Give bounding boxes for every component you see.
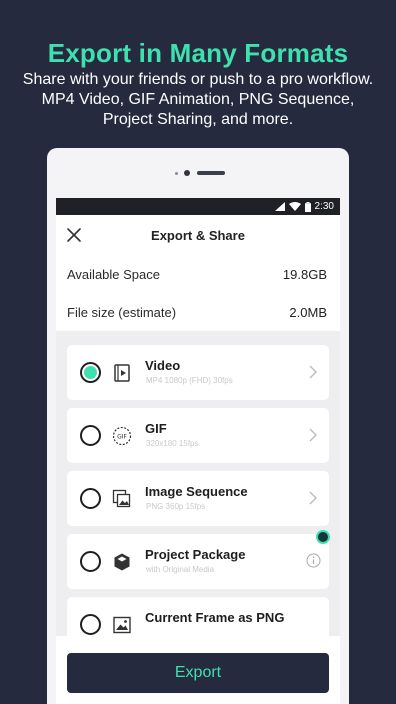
- radio-gif[interactable]: [80, 425, 101, 446]
- svg-text:GIF: GIF: [117, 433, 127, 440]
- chevron-right-icon[interactable]: [309, 365, 317, 379]
- option-detail: with Original Media: [146, 565, 215, 574]
- option-image-sequence[interactable]: Image Sequence PNG 360p 15fps: [67, 471, 329, 526]
- status-bar: 2:30: [56, 198, 340, 215]
- app-header: Export & Share: [56, 215, 340, 255]
- export-screen: 2:30 Export & Share Available Space 19.8…: [56, 198, 340, 704]
- file-size-label: File size (estimate): [67, 304, 177, 320]
- gif-icon: GIF: [112, 426, 132, 446]
- export-button-label: Export: [174, 664, 222, 681]
- image-stack-icon: [112, 489, 131, 508]
- option-video[interactable]: Video MP4 1080p (FHD) 30fps: [67, 345, 329, 400]
- option-detail: 320x180 15fps: [146, 439, 199, 448]
- promo-line-1: Share with your friends or push to a pro…: [22, 71, 374, 88]
- option-label: GIF: [145, 421, 167, 436]
- export-button[interactable]: Export: [67, 653, 329, 693]
- option-label: Project Package: [145, 547, 246, 562]
- option-label: Image Sequence: [145, 484, 248, 499]
- bottom-action-bar: Export: [56, 636, 340, 704]
- option-detail: PNG 360p 15fps: [146, 502, 206, 511]
- phone-speaker: [197, 171, 225, 175]
- available-space-row: Available Space 19.8GB: [56, 255, 340, 293]
- page-title: Export & Share: [151, 228, 245, 243]
- signal-icon: [274, 202, 285, 211]
- image-icon: [113, 616, 131, 634]
- option-label: Video: [145, 358, 181, 373]
- phone-frame: 2:30 Export & Share Available Space 19.8…: [47, 148, 349, 704]
- chevron-right-icon[interactable]: [309, 491, 317, 505]
- wifi-icon: [288, 202, 301, 211]
- package-cube-icon: [114, 553, 130, 571]
- available-space-label: Available Space: [67, 266, 160, 282]
- notification-badge: [316, 530, 330, 544]
- option-project-package[interactable]: Project Package with Original Media: [67, 530, 330, 589]
- battery-icon: [304, 201, 311, 212]
- status-time: 2:30: [314, 201, 334, 212]
- radio-image-sequence[interactable]: [80, 488, 101, 509]
- promo-line-3: Project Sharing, and more.: [102, 111, 294, 128]
- export-options-list: Video MP4 1080p (FHD) 30fps GIF GIF 320x…: [56, 331, 340, 652]
- radio-video[interactable]: [80, 362, 101, 383]
- available-space-value: 19.8GB: [282, 266, 327, 282]
- video-file-icon: [114, 364, 130, 382]
- info-icon[interactable]: [306, 553, 321, 568]
- option-label: Current Frame as PNG: [145, 610, 285, 625]
- option-detail: MP4 1080p (FHD) 30fps: [146, 376, 233, 385]
- file-size-value: 2.0MB: [289, 304, 327, 320]
- option-gif[interactable]: GIF GIF 320x180 15fps: [67, 408, 329, 463]
- radio-project-package[interactable]: [80, 551, 101, 572]
- promo-description: Share with your friends or push to a pro…: [0, 70, 396, 130]
- chevron-right-icon[interactable]: [309, 428, 317, 442]
- promo-line-2: MP4 Video, GIF Animation, PNG Sequence,: [41, 91, 355, 108]
- phone-sensor: [175, 172, 178, 175]
- radio-current-frame-png[interactable]: [80, 614, 101, 635]
- file-size-row: File size (estimate) 2.0MB: [56, 293, 340, 331]
- phone-camera: [184, 170, 190, 176]
- promo-title: Export in Many Formats: [47, 38, 349, 68]
